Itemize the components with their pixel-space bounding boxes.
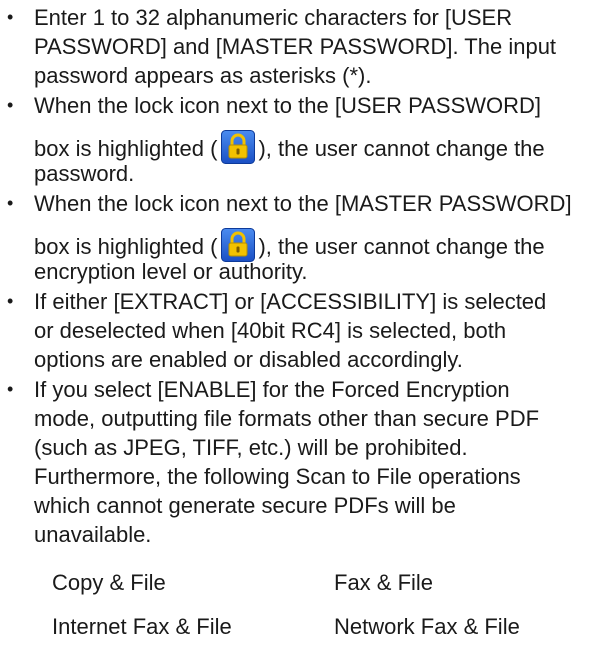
- note-line: or deselected when [40bit RC4] is select…: [34, 318, 507, 343]
- operation-internet-fax-file: Internet Fax & File: [52, 614, 232, 639]
- note-text-after-icon: ), the user cannot change the: [258, 234, 545, 259]
- note-line: When the lock icon next to the [MASTER P…: [34, 191, 572, 216]
- note-line: mode, outputting file formats other than…: [34, 406, 540, 431]
- note-line: If either [EXTRACT] or [ACCESSIBILITY] i…: [34, 289, 547, 314]
- note-line: Furthermore, the following Scan to File …: [34, 464, 521, 489]
- note-line: unavailable.: [34, 522, 152, 547]
- note-line: password appears as asterisks (*).: [34, 63, 372, 88]
- operation-fax-file: Fax & File: [334, 570, 434, 595]
- note-line: PASSWORD] and [MASTER PASSWORD]. The inp…: [34, 34, 557, 59]
- note-user-password-lock: • When the lock icon next to the [USER P…: [0, 91, 614, 188]
- note-line: When the lock icon next to the [USER PAS…: [34, 93, 542, 118]
- bullet: •: [7, 193, 14, 213]
- note-text-after-icon: ), the user cannot change the: [258, 136, 545, 161]
- bullet: •: [7, 95, 14, 115]
- note-forced-encryption: • If you select [ENABLE] for the Forced …: [0, 375, 614, 549]
- note-line: (such as JPEG, TIFF, etc.) will be prohi…: [34, 435, 468, 460]
- note-password-length: • Enter 1 to 32 alphanumeric characters …: [0, 3, 614, 90]
- note-line: encryption level or authority.: [34, 259, 308, 284]
- bullet: •: [7, 379, 14, 399]
- note-line: password.: [34, 161, 135, 186]
- note-line: If you select [ENABLE] for the Forced En…: [34, 377, 510, 402]
- notes-list: • Enter 1 to 32 alphanumeric characters …: [0, 3, 614, 550]
- note-line-with-icon: box is highlighted ( ), the user cannot …: [34, 228, 614, 262]
- note-rc4-options: • If either [EXTRACT] or [ACCESSIBILITY]…: [0, 287, 614, 374]
- note-text-before-icon: box is highlighted (: [34, 234, 218, 259]
- unavailable-operations: Copy & File Fax & File Internet Fax & Fi…: [52, 568, 592, 641]
- note-text-before-icon: box is highlighted (: [34, 136, 218, 161]
- note-line: options are enabled or disabled accordin…: [34, 347, 463, 372]
- operation-network-fax-file: Network Fax & File: [334, 614, 520, 639]
- note-line: which cannot generate secure PDFs will b…: [34, 493, 456, 518]
- bullet: •: [7, 7, 14, 27]
- note-line-with-icon: box is highlighted ( ), the user cannot …: [34, 130, 614, 164]
- lock-icon: [221, 130, 256, 164]
- page: • Enter 1 to 32 alphanumeric characters …: [0, 0, 614, 657]
- note-line: Enter 1 to 32 alphanumeric characters fo…: [34, 5, 513, 30]
- bullet: •: [7, 291, 14, 311]
- note-master-password-lock: • When the lock icon next to the [MASTER…: [0, 189, 614, 286]
- operation-copy-file: Copy & File: [52, 570, 166, 595]
